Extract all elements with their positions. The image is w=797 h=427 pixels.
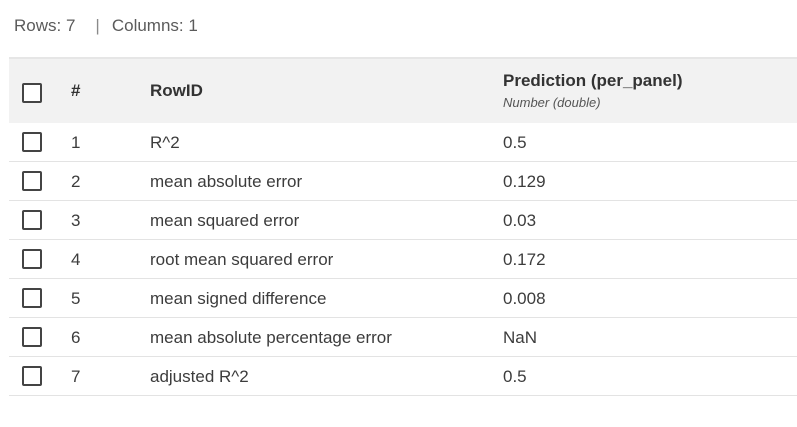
header-prediction-type: Number (double) bbox=[503, 95, 601, 110]
row-number: 3 bbox=[71, 211, 81, 230]
row-number: 1 bbox=[71, 133, 81, 152]
table-row[interactable]: 3 mean squared error 0.03 bbox=[9, 201, 797, 240]
prediction-value: NaN bbox=[503, 328, 538, 347]
row-id: mean absolute error bbox=[150, 172, 303, 191]
row-number: 7 bbox=[71, 367, 81, 386]
column-count: Columns: 1 bbox=[111, 16, 198, 35]
row-id: mean absolute percentage error bbox=[150, 328, 392, 347]
row-number: 5 bbox=[71, 289, 81, 308]
select-all-checkbox[interactable] bbox=[22, 83, 42, 103]
prediction-value: 0.172 bbox=[503, 250, 546, 269]
row-checkbox[interactable] bbox=[22, 327, 42, 347]
prediction-value: 0.5 bbox=[503, 367, 527, 386]
table-row[interactable]: 5 mean signed difference 0.008 bbox=[9, 279, 797, 318]
row-checkbox[interactable] bbox=[22, 249, 42, 269]
row-number: 4 bbox=[71, 250, 81, 269]
header-number[interactable]: # bbox=[71, 81, 80, 101]
table-row[interactable]: 7 adjusted R^2 0.5 bbox=[9, 357, 797, 396]
row-checkbox[interactable] bbox=[22, 366, 42, 386]
prediction-value: 0.03 bbox=[503, 211, 537, 230]
row-checkbox[interactable] bbox=[22, 171, 42, 191]
row-checkbox[interactable] bbox=[22, 210, 42, 230]
row-number: 6 bbox=[71, 328, 81, 347]
row-id: adjusted R^2 bbox=[150, 367, 249, 386]
row-checkbox[interactable] bbox=[22, 288, 42, 308]
table-row[interactable]: 4 root mean squared error 0.172 bbox=[9, 240, 797, 279]
table-row[interactable]: 6 mean absolute percentage error NaN bbox=[9, 318, 797, 357]
prediction-value: 0.129 bbox=[503, 172, 546, 191]
header-prediction[interactable]: Prediction (per_panel) bbox=[503, 71, 682, 91]
header-rowid[interactable]: RowID bbox=[150, 81, 203, 101]
table-row[interactable]: 1 R^2 0.5 bbox=[9, 123, 797, 162]
prediction-value: 0.5 bbox=[503, 133, 527, 152]
prediction-value: 0.008 bbox=[503, 289, 546, 308]
row-count: Rows: 7 bbox=[14, 16, 76, 35]
row-number: 2 bbox=[71, 172, 81, 191]
data-table: # RowID Prediction (per_panel) Number (d… bbox=[9, 57, 797, 396]
row-id: mean signed difference bbox=[150, 289, 327, 308]
summary-separator: | bbox=[95, 16, 100, 35]
table-row[interactable]: 2 mean absolute error 0.129 bbox=[9, 162, 797, 201]
row-checkbox[interactable] bbox=[22, 132, 42, 152]
row-id: mean squared error bbox=[150, 211, 300, 230]
table-summary: Rows: 7 | Columns: 1 bbox=[14, 16, 198, 36]
row-id: R^2 bbox=[150, 133, 180, 152]
table-header: # RowID Prediction (per_panel) Number (d… bbox=[9, 57, 797, 123]
row-id: root mean squared error bbox=[150, 250, 334, 269]
